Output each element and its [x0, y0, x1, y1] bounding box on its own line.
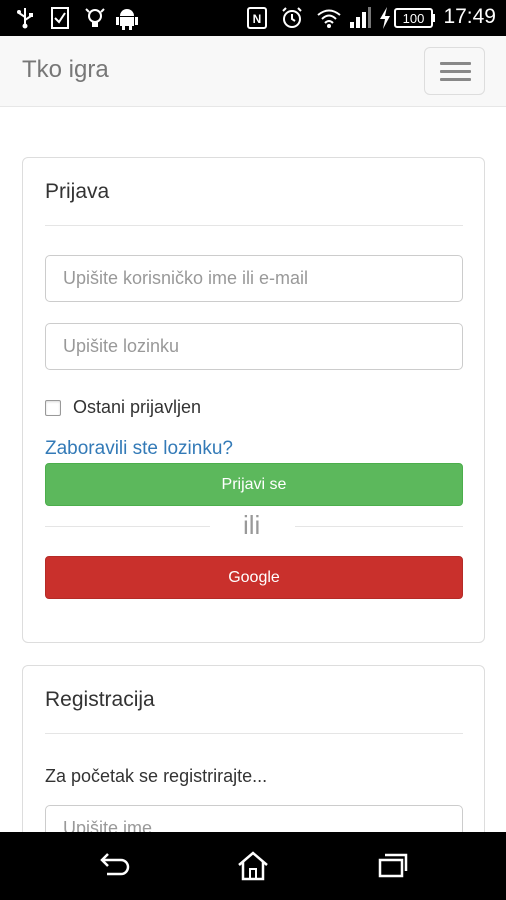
android-icon: [116, 9, 138, 30]
battery-icon: 100: [394, 8, 435, 28]
remember-checkbox[interactable]: [45, 399, 61, 416]
password-input[interactable]: [45, 323, 463, 370]
remember-me[interactable]: Ostani prijavljen: [45, 397, 201, 418]
or-line-right: [295, 526, 463, 527]
brand-title[interactable]: Tko igra: [22, 56, 109, 84]
hamburger-menu-button[interactable]: [424, 47, 485, 95]
or-line-left: [45, 526, 210, 527]
home-icon[interactable]: [236, 850, 270, 882]
system-nav-bar: [0, 832, 506, 900]
login-panel: Prijava Ostani prijavljen Zaboravili ste…: [22, 157, 485, 643]
wifi-icon: [317, 9, 341, 28]
navbar: Tko igra: [0, 36, 506, 107]
login-divider: [45, 225, 463, 226]
forgot-password-link[interactable]: Zaboravili ste lozinku?: [45, 438, 233, 460]
status-time: 17:49: [443, 5, 496, 28]
or-label: ili: [243, 510, 261, 540]
google-login-button[interactable]: Google: [45, 556, 463, 599]
or-separator: ili: [45, 508, 463, 544]
username-input[interactable]: [45, 255, 463, 302]
remember-label: Ostani prijavljen: [73, 397, 202, 417]
login-button[interactable]: Prijavi se: [45, 463, 463, 506]
bulb-icon: [85, 8, 105, 27]
alarm-icon: [282, 7, 302, 28]
back-icon[interactable]: [97, 850, 131, 880]
register-divider: [45, 733, 463, 734]
svg-text:N: N: [253, 12, 262, 26]
checkbox-notification-icon: [51, 7, 69, 29]
login-title: Prijava: [45, 180, 110, 203]
signal-icon: [350, 7, 371, 28]
register-title: Registracija: [45, 688, 155, 711]
register-intro: Za početak se registrirajte...: [45, 766, 268, 786]
charging-icon: [380, 7, 390, 29]
nfc-icon: N: [247, 7, 267, 29]
status-bar: N 100 17:49: [0, 0, 506, 36]
svg-text:100: 100: [403, 11, 425, 26]
usb-icon: [17, 8, 33, 29]
recents-icon[interactable]: [376, 850, 410, 880]
